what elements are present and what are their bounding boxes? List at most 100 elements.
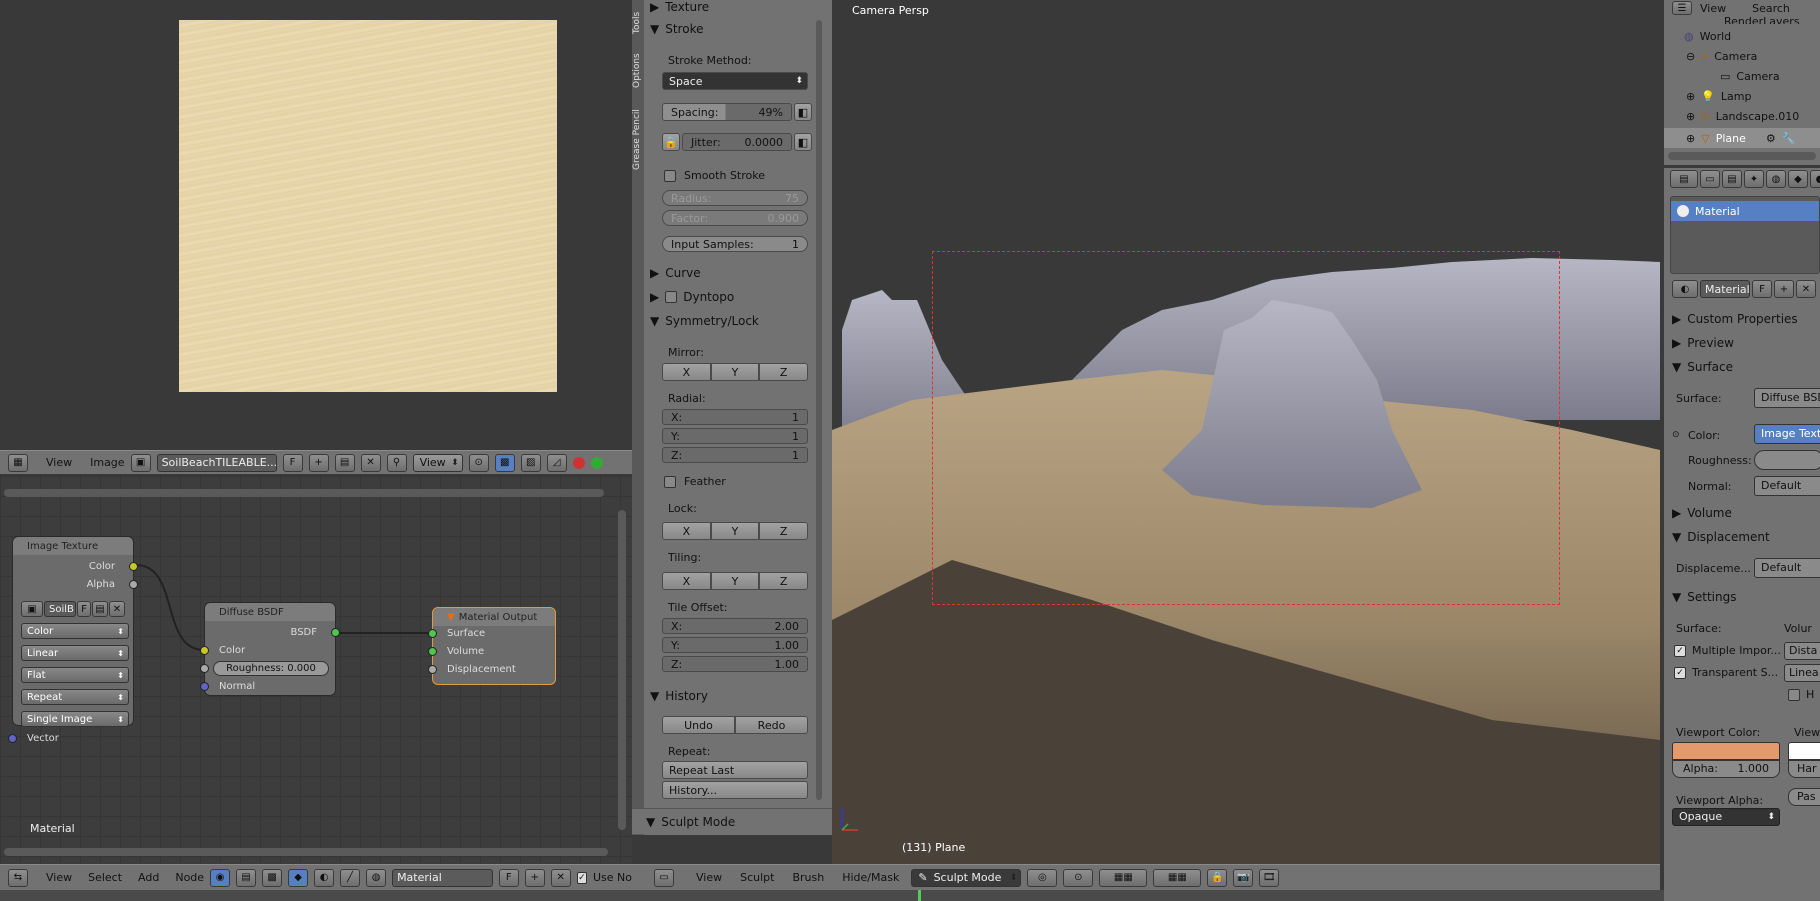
pass-index-field[interactable]: Pas <box>1788 788 1820 806</box>
dyntopo-checkbox[interactable] <box>665 291 678 303</box>
menu-brush[interactable]: Brush <box>792 871 824 884</box>
symmetry-panel-header[interactable]: ▼ Symmetry/Lock <box>650 312 826 330</box>
outliner-scrollbar[interactable] <box>1668 152 1816 160</box>
jitter-lock-icon[interactable]: 🔒 <box>662 133 680 151</box>
channel-rgba-icon[interactable]: ▩ <box>494 453 515 472</box>
input-volume-socket[interactable] <box>428 647 437 656</box>
input-surface-socket[interactable] <box>428 629 437 638</box>
mode-dropdown[interactable]: ✎ Sculpt Mode <box>911 868 1022 887</box>
color-space-dropdown[interactable]: Color <box>21 623 129 639</box>
channel-z-icon[interactable]: ◿ <box>546 453 567 472</box>
texture-nodes-icon[interactable]: ▩ <box>262 868 283 887</box>
menu-image[interactable]: Image <box>90 456 124 469</box>
node-editor-bottom-scrollbar[interactable] <box>4 848 608 856</box>
curve-panel-header[interactable]: ▶ Curve <box>650 264 826 282</box>
color-socket-icon[interactable]: ⊙ <box>1672 430 1680 440</box>
viewport-spec-swatch[interactable] <box>1788 742 1820 760</box>
red-channel-icon[interactable] <box>572 456 585 469</box>
viewport-3d[interactable]: Camera Persp (131) Plane <box>832 0 1660 864</box>
viewport-alpha-dropdown[interactable]: Opaque ⬍ <box>1672 808 1780 826</box>
redo-button[interactable]: Redo <box>735 716 808 734</box>
editor-type-icon[interactable]: ⇆ <box>8 868 28 887</box>
expand-icon[interactable]: ⊕ <box>1686 132 1695 145</box>
render-context-icon[interactable]: ▭ <box>1700 170 1720 188</box>
image-selector[interactable]: ▣ SoilB F ▤ ✕ <box>21 601 127 617</box>
menu-add[interactable]: Add <box>138 871 159 884</box>
expand-icon[interactable]: ⊖ <box>1686 50 1695 63</box>
stroke-panel-header[interactable]: ▼ Stroke <box>650 20 826 38</box>
radial-y-field[interactable]: Y: 1 <box>662 428 808 444</box>
history-panel-header[interactable]: ▼ History <box>650 687 826 705</box>
pivot-icon[interactable]: ⊙ <box>468 453 489 472</box>
menu-node[interactable]: Node <box>175 871 204 884</box>
tile-offset-y-field[interactable]: Y: 1.00 <box>662 637 808 653</box>
layers-grid-b-icon[interactable]: ▦▦ <box>1153 868 1202 887</box>
displacement-panel[interactable]: ▼ Displacement <box>1672 530 1770 544</box>
material-context-icon[interactable]: ◐ <box>1810 170 1820 188</box>
fake-user-button[interactable]: F <box>1752 280 1772 298</box>
unlink-icon[interactable]: ✕ <box>550 868 571 887</box>
hardness-field[interactable]: Har <box>1788 760 1820 778</box>
unlink-icon[interactable]: ✕ <box>1796 280 1816 298</box>
fake-user-button[interactable]: F <box>498 868 519 887</box>
checkbox-box[interactable]: ✓ <box>1674 666 1686 679</box>
object-context-icon[interactable]: ◆ <box>1788 170 1808 188</box>
viewport-color-swatch[interactable] <box>1672 742 1780 760</box>
tile-offset-x-field[interactable]: X: 2.00 <box>662 618 808 634</box>
outliner-item-selected[interactable]: ⊕ ▽ Plane ⚙ 🔧 <box>1664 128 1820 148</box>
lock-x-button[interactable]: X <box>662 522 711 540</box>
object-shader-icon[interactable]: ◆ <box>288 868 309 887</box>
roughness-slider[interactable] <box>1754 450 1820 470</box>
menu-view[interactable]: View <box>46 456 72 469</box>
input-roughness-socket[interactable] <box>200 664 209 673</box>
diffuse-bsdf-node[interactable]: Diffuse BSDF BSDF Color Roughness: 0.000… <box>200 602 340 696</box>
material-browse-icon[interactable]: ◍ <box>366 868 387 887</box>
material-name-field[interactable]: Material <box>392 868 493 887</box>
feather-checkbox[interactable]: Feather <box>664 475 726 488</box>
image-browse-icon[interactable]: ▣ <box>130 453 151 472</box>
view-mode-dropdown[interactable]: View <box>412 453 463 472</box>
world-shader-icon[interactable]: ◐ <box>314 868 335 887</box>
volume-panel[interactable]: ▶ Volume <box>1672 506 1732 520</box>
use-nodes-checkbox[interactable]: ✓ <box>576 871 587 884</box>
green-channel-icon[interactable] <box>590 456 603 469</box>
tab-grease-pencil[interactable]: Grease Pencil <box>632 100 644 170</box>
material-slot-item[interactable]: Material <box>1671 201 1819 221</box>
pivot-point-icon[interactable]: ⊙ <box>1063 868 1094 887</box>
fake-user-button[interactable]: F <box>77 601 91 617</box>
fake-user-button[interactable]: F <box>282 453 303 472</box>
mirror-z-button[interactable]: Z <box>759 363 809 381</box>
lock-y-button[interactable]: Y <box>710 522 760 540</box>
output-color-socket[interactable] <box>129 562 138 571</box>
editor-type-icon[interactable]: ▦ <box>8 453 28 472</box>
image-texture-node[interactable]: Image Texture Color Alpha ▣ SoilB F ▤ ✕ … <box>8 536 138 744</box>
jitter-field[interactable]: Jitter: 0.0000 <box>682 133 792 151</box>
preview-panel[interactable]: ▶ Preview <box>1672 336 1734 350</box>
normal-input-dropdown[interactable]: Default <box>1754 476 1820 496</box>
displacement-input-dropdown[interactable]: Default <box>1754 558 1820 578</box>
outliner-item[interactable]: RenderLayers <box>1724 16 1800 24</box>
tile-offset-z-field[interactable]: Z: 1.00 <box>662 656 808 672</box>
input-vector-socket[interactable] <box>8 734 17 743</box>
mirror-x-button[interactable]: X <box>662 363 711 381</box>
source-dropdown[interactable]: Single Image <box>21 711 129 727</box>
surface-panel[interactable]: ▼ Surface <box>1672 360 1733 374</box>
open-image-icon[interactable]: ▤ <box>92 601 108 617</box>
tab-tools[interactable]: Tools <box>632 4 644 34</box>
image-name-field[interactable]: SoilBeachTILEABLE... <box>156 453 277 472</box>
new-material-icon[interactable]: + <box>1774 280 1794 298</box>
menu-view[interactable]: View <box>696 871 722 884</box>
spacing-slider[interactable]: Spacing: 49% <box>662 103 792 121</box>
lock-camera-icon[interactable]: 🔒 <box>1207 868 1228 887</box>
tiling-x-button[interactable]: X <box>662 572 711 590</box>
render-icon[interactable]: 📷 <box>1233 868 1254 887</box>
transparent-shadows-checkbox[interactable]: ✓ Transparent S... <box>1674 666 1778 679</box>
unlink-icon[interactable]: ✕ <box>360 453 381 472</box>
texture-panel-header[interactable]: ▶ Texture <box>650 0 826 14</box>
layers-grid-a-icon[interactable]: ▦▦ <box>1099 868 1148 887</box>
checkbox-box[interactable] <box>1788 688 1800 701</box>
history-button[interactable]: History... <box>662 781 808 799</box>
dyntopo-panel-header[interactable]: ▶ Dyntopo <box>650 288 826 306</box>
current-frame-marker[interactable] <box>918 890 921 901</box>
new-material-icon[interactable]: + <box>524 868 545 887</box>
